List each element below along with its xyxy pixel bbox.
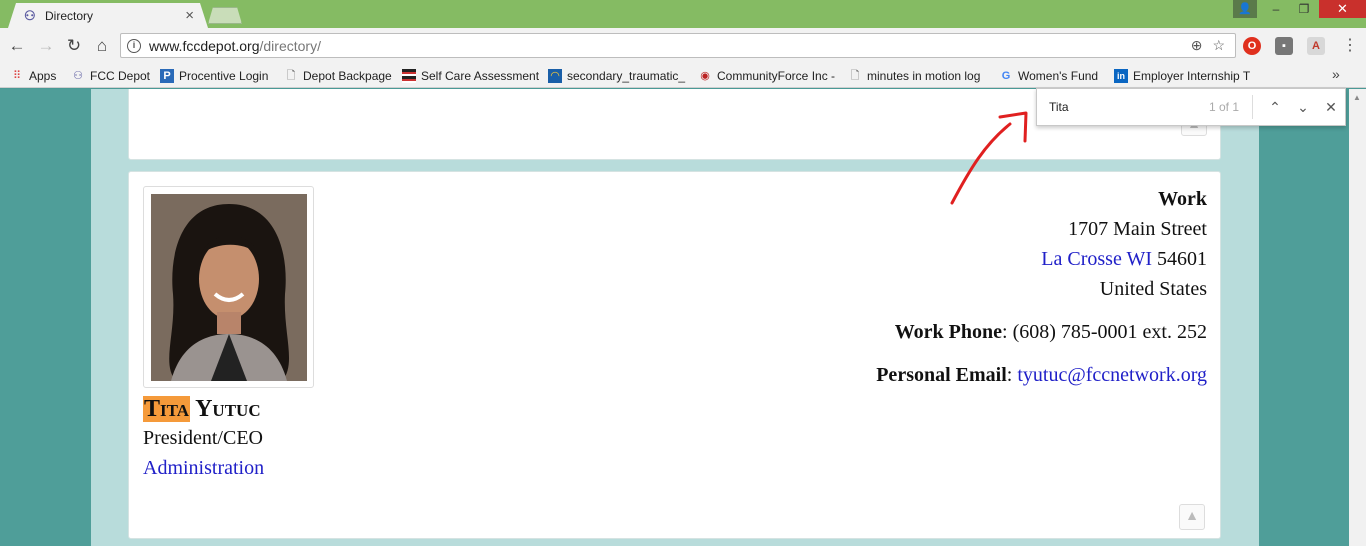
country: United States [1099, 278, 1207, 300]
tab-directory[interactable]: ⚇ Directory × [8, 3, 208, 28]
back-to-top-icon[interactable]: ▲ [1179, 504, 1205, 530]
find-match-count: 1 of 1 [1208, 100, 1239, 114]
city-state-link[interactable]: La Crosse WI [1041, 248, 1152, 270]
apps-grid-icon: ⠿ [12, 70, 22, 82]
zoom-icon[interactable]: ⊕ [1191, 37, 1203, 54]
bookmark-star-icon[interactable]: ☆ [1212, 37, 1225, 54]
find-input[interactable]: Tita [1049, 100, 1209, 114]
bookmarks-overflow-icon[interactable]: » [1332, 66, 1340, 82]
bookmark-minutes-in-motion[interactable]: 🗋 minutes in motion log [848, 67, 986, 85]
fcc-favicon-icon: ⚇ [24, 7, 36, 23]
scroll-up-icon[interactable]: ▲ [1353, 93, 1361, 102]
page-viewport: __ ___ ___ ___ Updated 5 months ago. ▲ T… [0, 89, 1366, 546]
work-phone: Work Phone: (608) 785-0001 ext. 252 [894, 321, 1207, 343]
bookmark-communityforce[interactable]: ◉ CommunityForce Inc - [698, 67, 836, 85]
linkedin-icon: in [1114, 69, 1128, 83]
bookmark-fcc-depot[interactable]: ⚇ FCC Depot [71, 67, 150, 85]
find-previous-icon[interactable]: ⌃ [1261, 99, 1289, 116]
pdf-extension-icon[interactable]: A [1307, 37, 1325, 55]
info-icon[interactable]: i [127, 38, 141, 53]
find-highlight: Tita [143, 396, 190, 422]
wave-icon: ◠ [548, 69, 562, 83]
find-divider [1252, 95, 1253, 119]
bookmark-apps[interactable]: ⠿ Apps [10, 67, 56, 85]
browser-toolbar: ← → ↻ ⌂ i www.fccdepot.org/directory/ ⊕ … [0, 28, 1366, 64]
fcc-logo-icon: ⚇ [73, 70, 83, 82]
forward-arrow-icon[interactable]: → [35, 35, 57, 57]
street-address: 1707 Main Street [1068, 218, 1207, 240]
profile-photo [151, 194, 307, 381]
bookmark-procentive[interactable]: P Procentive Login [160, 67, 268, 85]
bookmark-employer-internship[interactable]: in Employer Internship T [1114, 67, 1252, 85]
window-close-button[interactable]: ✕ [1319, 0, 1366, 18]
google-icon: G [1001, 70, 1011, 82]
address-heading: Work [1158, 188, 1207, 210]
tab-title: Directory [45, 8, 94, 23]
stripes-icon [402, 69, 416, 83]
profile-photo-frame [143, 186, 314, 388]
reload-icon[interactable]: ↻ [63, 35, 85, 57]
page-scrollbar[interactable]: ▲ [1349, 89, 1366, 546]
find-next-icon[interactable]: ⌄ [1289, 99, 1317, 116]
address-bar[interactable]: i www.fccdepot.org/directory/ ⊕ ☆ [120, 33, 1236, 58]
procentive-icon: P [160, 69, 174, 83]
url-text[interactable]: www.fccdepot.org/directory/ [149, 38, 1191, 54]
email-link[interactable]: tyutuc@fccnetwork.org [1017, 364, 1207, 386]
person-name: Tita Yutuc [143, 396, 261, 422]
back-arrow-icon[interactable]: ← [6, 35, 28, 57]
bookmarks-bar: ⠿ Apps ⚇ FCC Depot P Procentive Login 🗋 Depo… [0, 64, 1366, 88]
minimize-button[interactable]: – [1262, 0, 1290, 18]
restore-button[interactable]: ❐ [1290, 0, 1318, 18]
bookmark-secondary-traumatic[interactable]: ◠ secondary_traumatic_ [548, 67, 686, 85]
directory-entry-tita-yutuc: Tita Yutuc President/CEO Administration … [128, 171, 1221, 539]
target-icon: ◉ [700, 70, 710, 82]
bookmark-self-care[interactable]: Self Care Assessment [402, 67, 539, 85]
annotation-arrow-icon [950, 111, 1028, 205]
opera-extension-icon[interactable]: O [1243, 37, 1261, 55]
tab-close-icon[interactable]: × [185, 7, 194, 24]
tab-strip: ⚇ Directory × 👤 – ❐ ✕ [0, 0, 1366, 28]
bookmark-womens-fund[interactable]: G Women's Fund [999, 67, 1098, 85]
home-icon[interactable]: ⌂ [91, 35, 113, 57]
personal-email: Personal Email: tyutuc@fccnetwork.org [876, 364, 1207, 386]
city-state-zip: La Crosse WI 54601 [1041, 248, 1207, 270]
person-title: President/CEO [143, 427, 263, 449]
menu-dots-icon[interactable]: ⋮ [1342, 35, 1358, 55]
pocket-extension-icon[interactable]: ▪ [1275, 37, 1293, 55]
new-tab-button[interactable] [208, 7, 242, 24]
find-bar: Tita 1 of 1 ⌃ ⌄ ✕ [1036, 88, 1346, 126]
page-icon: 🗋 [286, 70, 296, 82]
page-icon: 🗋 [850, 70, 860, 82]
find-close-icon[interactable]: ✕ [1317, 99, 1345, 116]
bookmark-depot-backpage[interactable]: 🗋 Depot Backpage [284, 67, 392, 85]
profile-icon[interactable]: 👤 [1233, 0, 1257, 18]
department-link[interactable]: Administration [143, 457, 264, 480]
